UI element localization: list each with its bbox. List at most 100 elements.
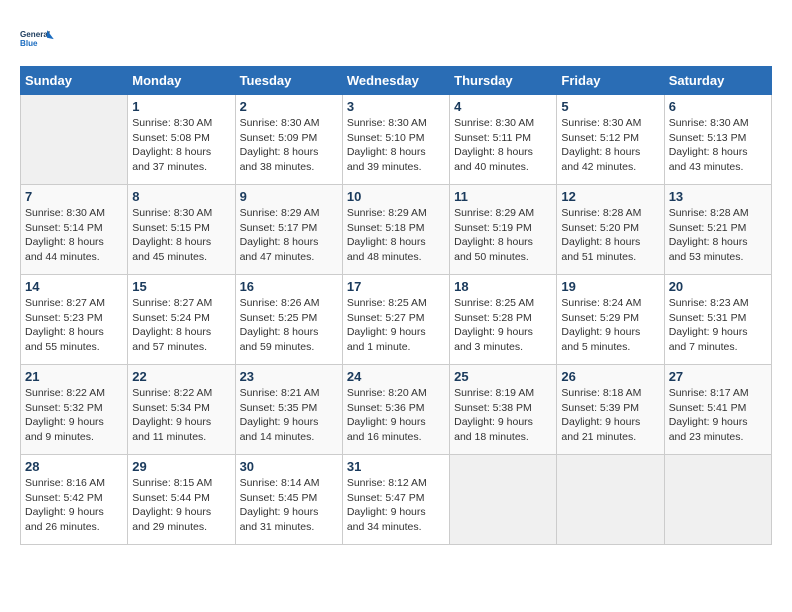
day-number: 19	[561, 279, 659, 294]
day-info: Sunrise: 8:16 AMSunset: 5:42 PMDaylight:…	[25, 476, 123, 535]
weekday-header-cell: Saturday	[664, 67, 771, 95]
calendar-cell: 27 Sunrise: 8:17 AMSunset: 5:41 PMDayligh…	[664, 365, 771, 455]
day-number: 30	[240, 459, 338, 474]
weekday-header-cell: Monday	[128, 67, 235, 95]
calendar-cell: 5 Sunrise: 8:30 AMSunset: 5:12 PMDaylight…	[557, 95, 664, 185]
day-number: 6	[669, 99, 767, 114]
day-info: Sunrise: 8:23 AMSunset: 5:31 PMDaylight:…	[669, 296, 767, 355]
day-info: Sunrise: 8:12 AMSunset: 5:47 PMDaylight:…	[347, 476, 445, 535]
calendar-week-row: 21 Sunrise: 8:22 AMSunset: 5:32 PMDayligh…	[21, 365, 772, 455]
day-number: 29	[132, 459, 230, 474]
day-number: 2	[240, 99, 338, 114]
day-number: 8	[132, 189, 230, 204]
day-info: Sunrise: 8:18 AMSunset: 5:39 PMDaylight:…	[561, 386, 659, 445]
weekday-header-row: SundayMondayTuesdayWednesdayThursdayFrid…	[21, 67, 772, 95]
weekday-header-cell: Sunday	[21, 67, 128, 95]
day-number: 12	[561, 189, 659, 204]
calendar-cell: 15 Sunrise: 8:27 AMSunset: 5:24 PMDayligh…	[128, 275, 235, 365]
calendar-cell: 10Sunrise: 8:29 AMSunset: 5:18 PMDayligh…	[342, 185, 449, 275]
day-number: 13	[669, 189, 767, 204]
weekday-header-cell: Tuesday	[235, 67, 342, 95]
calendar-cell: 21 Sunrise: 8:22 AMSunset: 5:32 PMDayligh…	[21, 365, 128, 455]
svg-text:Blue: Blue	[20, 39, 38, 48]
calendar-cell	[450, 455, 557, 545]
day-number: 25	[454, 369, 552, 384]
day-number: 28	[25, 459, 123, 474]
svg-text:General: General	[20, 30, 50, 39]
calendar-cell: 24 Sunrise: 8:20 AMSunset: 5:36 PMDayligh…	[342, 365, 449, 455]
day-info: Sunrise: 8:30 AMSunset: 5:12 PMDaylight:…	[561, 116, 659, 175]
day-number: 1	[132, 99, 230, 114]
calendar-cell: 16 Sunrise: 8:26 AMSunset: 5:25 PMDayligh…	[235, 275, 342, 365]
calendar-cell: 1 Sunrise: 8:30 AMSunset: 5:08 PMDaylight…	[128, 95, 235, 185]
day-info: Sunrise: 8:26 AMSunset: 5:25 PMDaylight:…	[240, 296, 338, 355]
calendar-cell: 6 Sunrise: 8:30 AMSunset: 5:13 PMDaylight…	[664, 95, 771, 185]
calendar-cell	[21, 95, 128, 185]
day-number: 5	[561, 99, 659, 114]
calendar-cell: 3 Sunrise: 8:30 AMSunset: 5:10 PMDaylight…	[342, 95, 449, 185]
day-info: Sunrise: 8:24 AMSunset: 5:29 PMDaylight:…	[561, 296, 659, 355]
day-number: 17	[347, 279, 445, 294]
day-info: Sunrise: 8:27 AMSunset: 5:24 PMDaylight:…	[132, 296, 230, 355]
day-info: Sunrise: 8:21 AMSunset: 5:35 PMDaylight:…	[240, 386, 338, 445]
calendar-week-row: 1 Sunrise: 8:30 AMSunset: 5:08 PMDaylight…	[21, 95, 772, 185]
day-number: 4	[454, 99, 552, 114]
day-number: 31	[347, 459, 445, 474]
day-info: Sunrise: 8:30 AMSunset: 5:09 PMDaylight:…	[240, 116, 338, 175]
day-info: Sunrise: 8:28 AMSunset: 5:21 PMDaylight:…	[669, 206, 767, 265]
calendar-cell: 28 Sunrise: 8:16 AMSunset: 5:42 PMDayligh…	[21, 455, 128, 545]
day-info: Sunrise: 8:30 AMSunset: 5:08 PMDaylight:…	[132, 116, 230, 175]
day-info: Sunrise: 8:30 AMSunset: 5:10 PMDaylight:…	[347, 116, 445, 175]
day-number: 24	[347, 369, 445, 384]
day-number: 11	[454, 189, 552, 204]
day-info: Sunrise: 8:17 AMSunset: 5:41 PMDaylight:…	[669, 386, 767, 445]
calendar-cell: 26Sunrise: 8:18 AMSunset: 5:39 PMDayligh…	[557, 365, 664, 455]
calendar-cell: 18 Sunrise: 8:25 AMSunset: 5:28 PMDayligh…	[450, 275, 557, 365]
day-number: 27	[669, 369, 767, 384]
calendar-table: SundayMondayTuesdayWednesdayThursdayFrid…	[20, 66, 772, 545]
calendar-week-row: 14Sunrise: 8:27 AMSunset: 5:23 PMDayligh…	[21, 275, 772, 365]
logo: GeneralBlue	[20, 20, 56, 56]
weekday-header-cell: Wednesday	[342, 67, 449, 95]
calendar-cell: 9Sunrise: 8:29 AMSunset: 5:17 PMDaylight…	[235, 185, 342, 275]
day-info: Sunrise: 8:30 AMSunset: 5:14 PMDaylight:…	[25, 206, 123, 265]
calendar-cell: 4Sunrise: 8:30 AMSunset: 5:11 PMDaylight…	[450, 95, 557, 185]
calendar-cell: 19 Sunrise: 8:24 AMSunset: 5:29 PMDayligh…	[557, 275, 664, 365]
day-info: Sunrise: 8:20 AMSunset: 5:36 PMDaylight:…	[347, 386, 445, 445]
day-info: Sunrise: 8:30 AMSunset: 5:15 PMDaylight:…	[132, 206, 230, 265]
day-info: Sunrise: 8:25 AMSunset: 5:28 PMDaylight:…	[454, 296, 552, 355]
calendar-cell: 29 Sunrise: 8:15 AMSunset: 5:44 PMDayligh…	[128, 455, 235, 545]
calendar-cell: 22 Sunrise: 8:22 AMSunset: 5:34 PMDayligh…	[128, 365, 235, 455]
day-number: 7	[25, 189, 123, 204]
calendar-cell: 20 Sunrise: 8:23 AMSunset: 5:31 PMDayligh…	[664, 275, 771, 365]
day-number: 22	[132, 369, 230, 384]
calendar-cell: 8 Sunrise: 8:30 AMSunset: 5:15 PMDaylight…	[128, 185, 235, 275]
day-number: 10	[347, 189, 445, 204]
calendar-cell: 7 Sunrise: 8:30 AMSunset: 5:14 PMDaylight…	[21, 185, 128, 275]
day-info: Sunrise: 8:22 AMSunset: 5:32 PMDaylight:…	[25, 386, 123, 445]
day-number: 20	[669, 279, 767, 294]
calendar-week-row: 28 Sunrise: 8:16 AMSunset: 5:42 PMDayligh…	[21, 455, 772, 545]
calendar-cell: 23 Sunrise: 8:21 AMSunset: 5:35 PMDayligh…	[235, 365, 342, 455]
day-number: 3	[347, 99, 445, 114]
day-number: 15	[132, 279, 230, 294]
day-info: Sunrise: 8:30 AMSunset: 5:13 PMDaylight:…	[669, 116, 767, 175]
weekday-header-cell: Friday	[557, 67, 664, 95]
day-info: Sunrise: 8:25 AMSunset: 5:27 PMDaylight:…	[347, 296, 445, 355]
day-info: Sunrise: 8:22 AMSunset: 5:34 PMDaylight:…	[132, 386, 230, 445]
day-number: 18	[454, 279, 552, 294]
day-number: 23	[240, 369, 338, 384]
calendar-week-row: 7 Sunrise: 8:30 AMSunset: 5:14 PMDaylight…	[21, 185, 772, 275]
calendar-cell: 13 Sunrise: 8:28 AMSunset: 5:21 PMDayligh…	[664, 185, 771, 275]
day-number: 14	[25, 279, 123, 294]
calendar-cell: 11Sunrise: 8:29 AMSunset: 5:19 PMDayligh…	[450, 185, 557, 275]
day-info: Sunrise: 8:15 AMSunset: 5:44 PMDaylight:…	[132, 476, 230, 535]
day-info: Sunrise: 8:19 AMSunset: 5:38 PMDaylight:…	[454, 386, 552, 445]
calendar-cell: 17 Sunrise: 8:25 AMSunset: 5:27 PMDayligh…	[342, 275, 449, 365]
calendar-cell: 2 Sunrise: 8:30 AMSunset: 5:09 PMDaylight…	[235, 95, 342, 185]
logo-icon: GeneralBlue	[20, 20, 56, 56]
day-number: 16	[240, 279, 338, 294]
day-number: 21	[25, 369, 123, 384]
calendar-cell: 30Sunrise: 8:14 AMSunset: 5:45 PMDayligh…	[235, 455, 342, 545]
day-info: Sunrise: 8:28 AMSunset: 5:20 PMDaylight:…	[561, 206, 659, 265]
